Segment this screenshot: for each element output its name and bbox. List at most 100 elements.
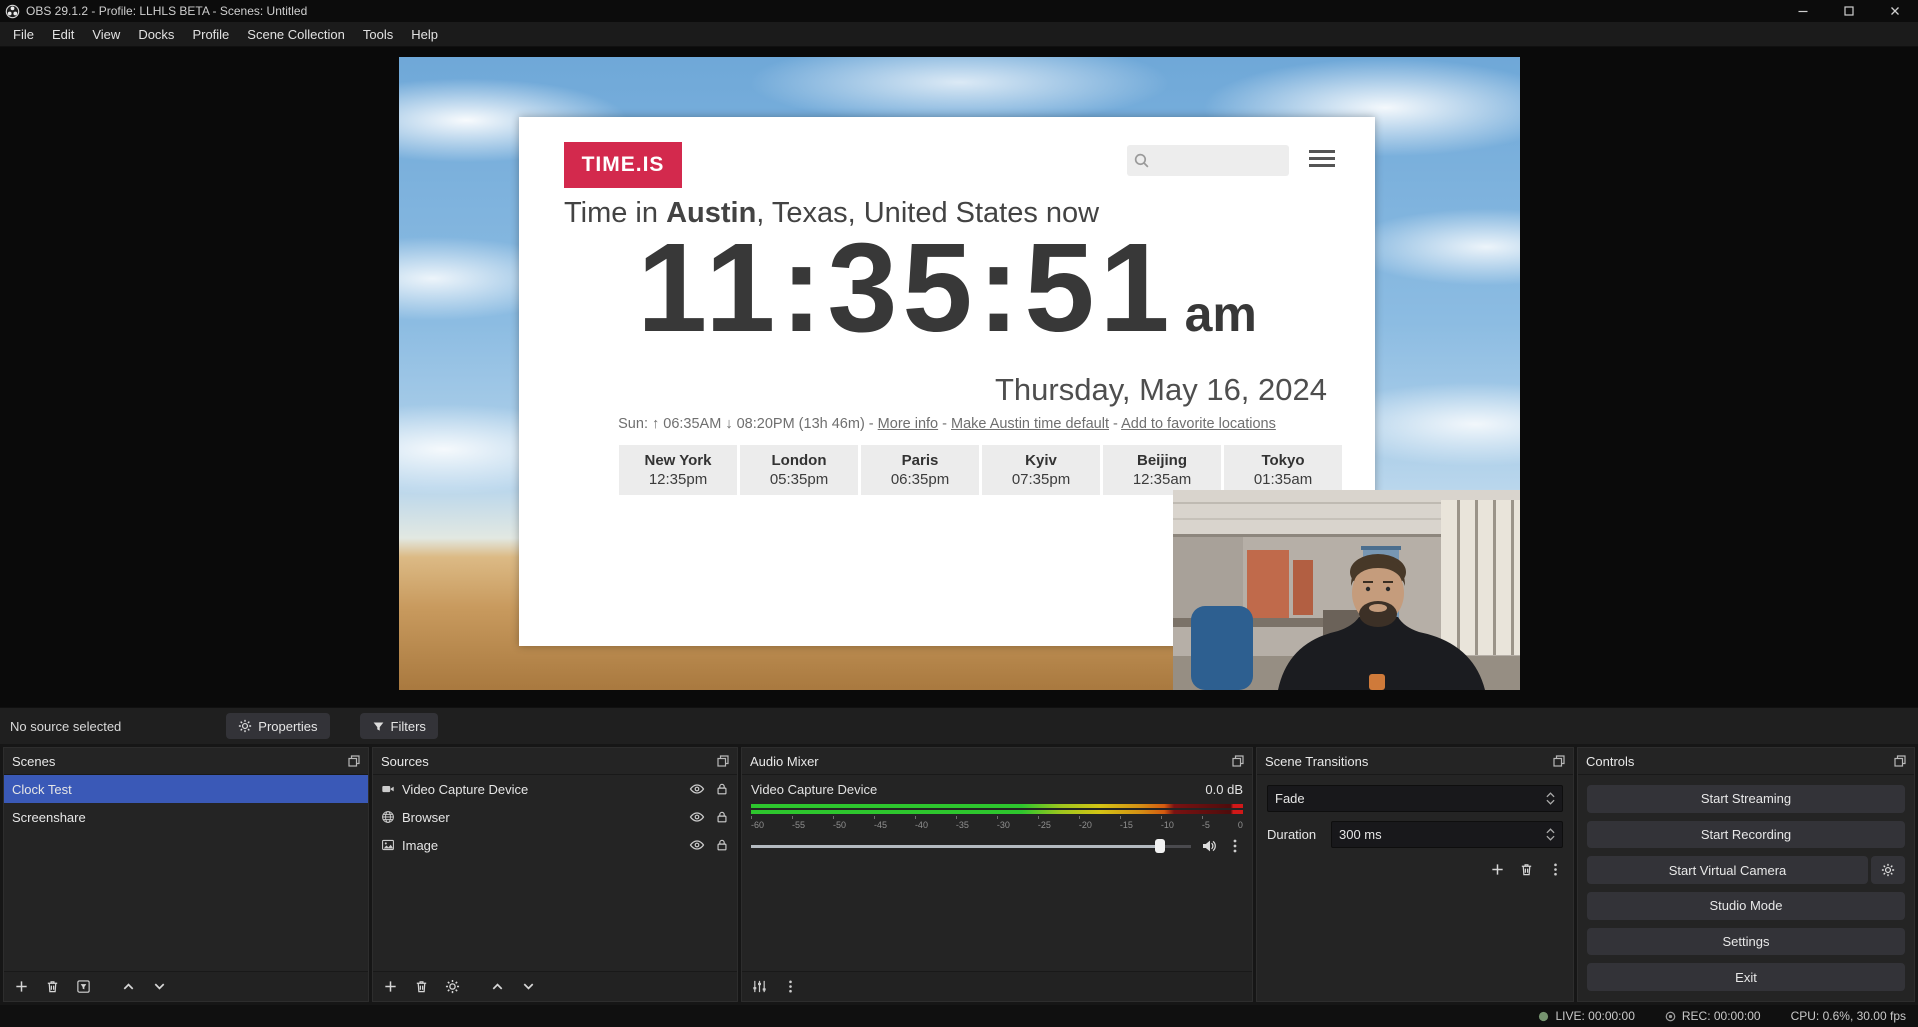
popout-icon[interactable] xyxy=(1894,755,1906,767)
scene-transitions-panel: Scene Transitions Fade Duration 300 ms xyxy=(1256,747,1574,1002)
popout-icon[interactable] xyxy=(1553,755,1565,767)
maximize-button[interactable] xyxy=(1826,0,1872,22)
filters-button[interactable]: Filters xyxy=(360,713,438,739)
duration-increase-button[interactable] xyxy=(1546,828,1555,834)
move-source-down-button[interactable] xyxy=(521,979,536,994)
search-icon xyxy=(1133,152,1150,169)
source-item-image[interactable]: Image xyxy=(373,831,737,859)
advanced-audio-button[interactable] xyxy=(752,979,767,994)
source-properties-button[interactable] xyxy=(445,979,460,994)
lock-toggle-icon[interactable] xyxy=(715,838,729,852)
city-times-row: New York12:35pm London05:35pm Paris06:35… xyxy=(619,445,1342,495)
volume-slider[interactable] xyxy=(751,839,1191,853)
volume-meter: -60-55-50-45-40-35-30-25-20-15-10-50 xyxy=(751,804,1243,830)
gear-icon xyxy=(238,719,252,733)
lock-toggle-icon[interactable] xyxy=(715,782,729,796)
channel-options-button[interactable] xyxy=(1227,838,1243,854)
stream-status-icon xyxy=(1538,1011,1549,1022)
city-cell: Paris06:35pm xyxy=(861,445,979,495)
properties-button[interactable]: Properties xyxy=(226,713,329,739)
remove-transition-button[interactable] xyxy=(1519,862,1534,877)
mixer-channel-name: Video Capture Device xyxy=(751,782,877,797)
hamburger-menu-icon xyxy=(1309,150,1335,167)
menu-profile[interactable]: Profile xyxy=(183,23,238,46)
menu-docks[interactable]: Docks xyxy=(129,23,183,46)
window-title: OBS 29.1.2 - Profile: LLHLS BETA - Scene… xyxy=(26,4,1780,18)
city-cell: Beijing12:35am xyxy=(1103,445,1221,495)
move-scene-down-button[interactable] xyxy=(152,979,167,994)
start-recording-button[interactable]: Start Recording xyxy=(1587,821,1905,849)
menu-view[interactable]: View xyxy=(83,23,129,46)
sources-panel-header[interactable]: Sources xyxy=(373,748,737,775)
scenes-panel: Scenes Clock Test Screenshare xyxy=(3,747,369,1002)
add-transition-button[interactable] xyxy=(1490,862,1505,877)
chevron-down-icon xyxy=(521,979,536,994)
duration-decrease-button[interactable] xyxy=(1546,835,1555,841)
mute-toggle-button[interactable] xyxy=(1201,838,1217,854)
start-streaming-button[interactable]: Start Streaming xyxy=(1587,785,1905,813)
scene-filters-button[interactable] xyxy=(76,979,91,994)
audio-mixer-title: Audio Mixer xyxy=(750,754,819,769)
camera-icon xyxy=(381,782,395,796)
minimize-button[interactable] xyxy=(1780,0,1826,22)
rec-status: REC: 00:00:00 xyxy=(1665,1009,1761,1023)
selected-source-toolbar: No source selected Properties Filters xyxy=(0,707,1918,744)
add-scene-button[interactable] xyxy=(14,979,29,994)
globe-icon xyxy=(381,810,395,824)
virtual-camera-config-button[interactable] xyxy=(1871,856,1905,884)
duration-spinbox[interactable]: 300 ms xyxy=(1331,821,1563,848)
mixer-options-button[interactable] xyxy=(783,979,798,994)
source-item-video-capture[interactable]: Video Capture Device xyxy=(373,775,737,803)
dots-vertical-icon xyxy=(1548,862,1563,877)
video-preview[interactable]: TIME.IS Time in Austin, Texas, United St… xyxy=(399,57,1520,690)
audio-mixer-header[interactable]: Audio Mixer xyxy=(742,748,1252,775)
menu-help[interactable]: Help xyxy=(402,23,447,46)
sources-list: Video Capture Device Browser Image xyxy=(373,775,737,971)
scenes-panel-header[interactable]: Scenes xyxy=(4,748,368,775)
menu-file[interactable]: File xyxy=(4,23,43,46)
titlebar: OBS 29.1.2 - Profile: LLHLS BETA - Scene… xyxy=(0,0,1918,22)
settings-button[interactable]: Settings xyxy=(1587,928,1905,956)
eye-icon xyxy=(689,781,705,797)
live-status: LIVE: 00:00:00 xyxy=(1538,1009,1634,1023)
source-item-browser[interactable]: Browser xyxy=(373,803,737,831)
scene-item-screenshare[interactable]: Screenshare xyxy=(4,803,368,831)
menu-tools[interactable]: Tools xyxy=(354,23,402,46)
popout-icon[interactable] xyxy=(348,755,360,767)
sources-toolbar xyxy=(373,971,737,1001)
menu-scene-collection[interactable]: Scene Collection xyxy=(238,23,354,46)
transition-options-button[interactable] xyxy=(1548,862,1563,877)
transition-select[interactable]: Fade xyxy=(1267,785,1563,812)
chevron-up-icon xyxy=(490,979,505,994)
chevron-down-icon xyxy=(152,979,167,994)
visibility-toggle-icon[interactable] xyxy=(689,809,705,825)
visibility-toggle-icon[interactable] xyxy=(689,781,705,797)
remove-scene-button[interactable] xyxy=(45,979,60,994)
eye-icon xyxy=(689,837,705,853)
gear-icon xyxy=(445,979,460,994)
city-cell: Kyiv07:35pm xyxy=(982,445,1100,495)
popout-icon[interactable] xyxy=(717,755,729,767)
mixer-channel: Video Capture Device 0.0 dB -60-55-50-45… xyxy=(742,775,1252,971)
controls-panel-header[interactable]: Controls xyxy=(1578,748,1914,775)
record-status-icon xyxy=(1665,1011,1676,1022)
gear-icon xyxy=(1881,863,1895,877)
start-virtual-camera-button[interactable]: Start Virtual Camera xyxy=(1587,856,1868,884)
add-source-button[interactable] xyxy=(383,979,398,994)
dots-vertical-icon xyxy=(1227,838,1243,854)
transitions-panel-header[interactable]: Scene Transitions xyxy=(1257,748,1573,775)
scene-item-clock-test[interactable]: Clock Test xyxy=(4,775,368,803)
move-scene-up-button[interactable] xyxy=(121,979,136,994)
exit-button[interactable]: Exit xyxy=(1587,963,1905,991)
volume-slider-handle[interactable] xyxy=(1155,839,1165,853)
duration-label: Duration xyxy=(1267,827,1323,842)
lock-toggle-icon[interactable] xyxy=(715,810,729,824)
clock-time: 11:35:51 xyxy=(637,217,1174,358)
move-source-up-button[interactable] xyxy=(490,979,505,994)
close-button[interactable] xyxy=(1872,0,1918,22)
studio-mode-button[interactable]: Studio Mode xyxy=(1587,892,1905,920)
menu-edit[interactable]: Edit xyxy=(43,23,83,46)
remove-source-button[interactable] xyxy=(414,979,429,994)
popout-icon[interactable] xyxy=(1232,755,1244,767)
visibility-toggle-icon[interactable] xyxy=(689,837,705,853)
